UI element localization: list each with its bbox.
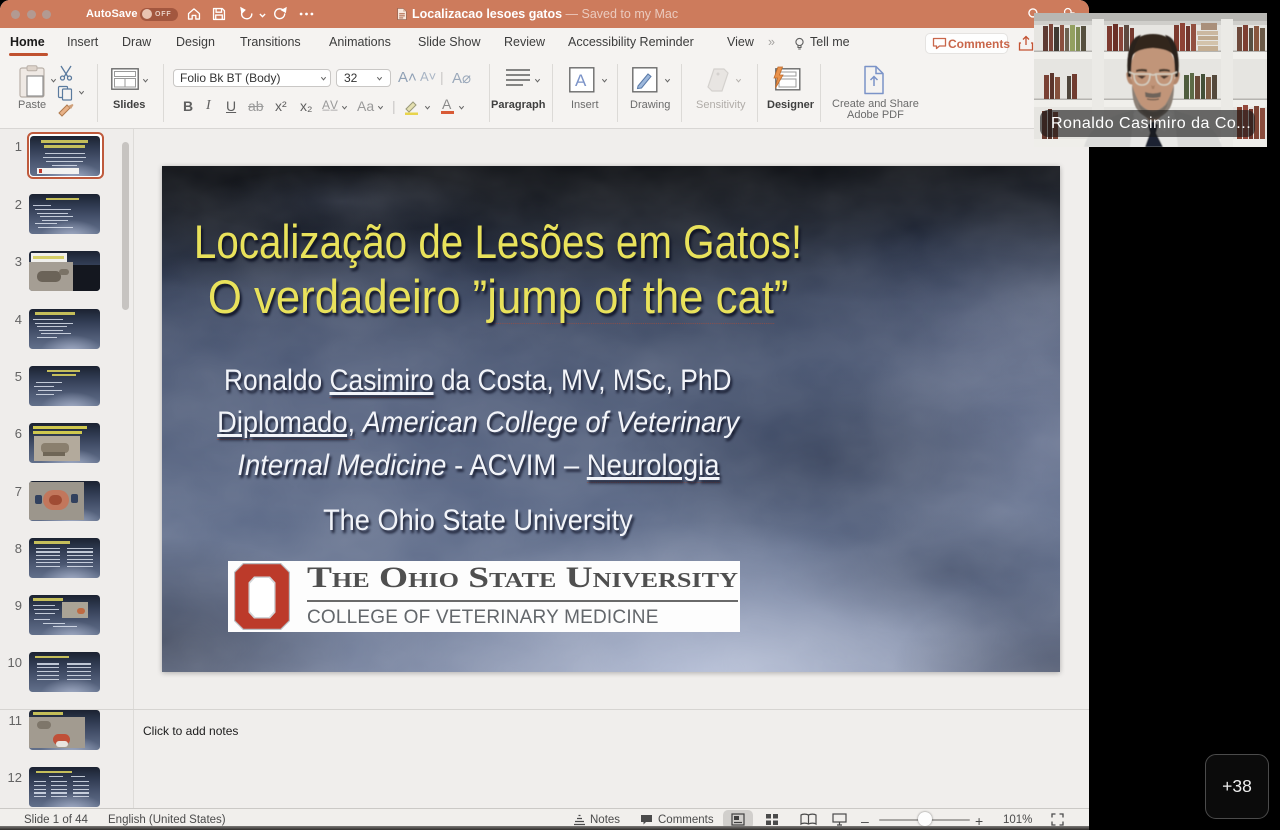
svg-text:A: A bbox=[575, 71, 587, 90]
